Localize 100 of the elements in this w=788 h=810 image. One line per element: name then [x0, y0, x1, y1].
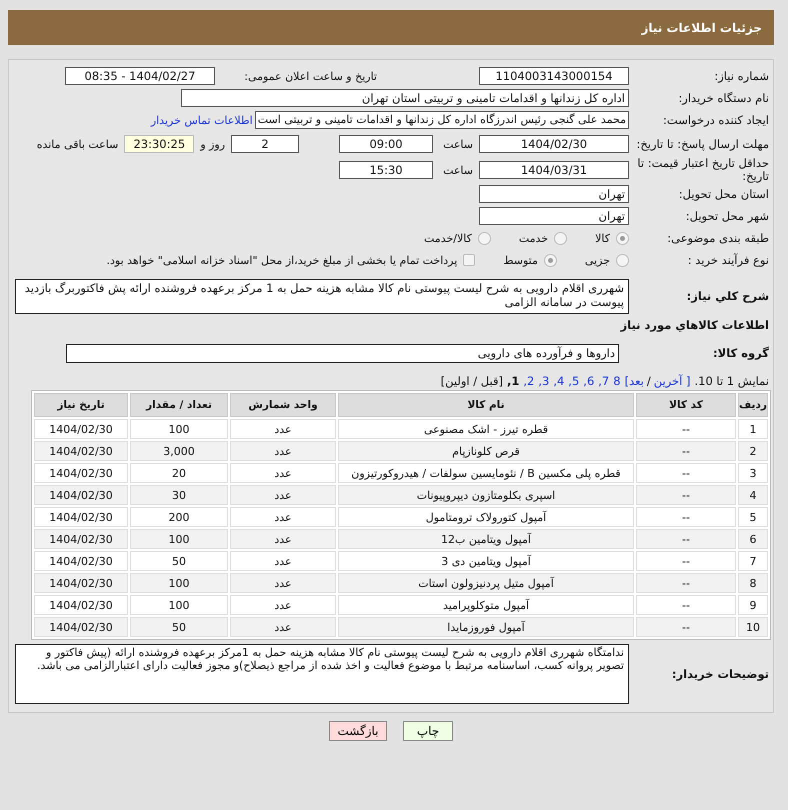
page-link[interactable]: 8 — [613, 374, 621, 388]
table-cell: عدد — [230, 507, 336, 527]
field-label: شماره نیاز: — [713, 70, 770, 82]
table-cell: 1404/02/30 — [34, 529, 128, 549]
days-field[interactable]: 2 — [231, 135, 300, 153]
table-cell: 3 — [738, 463, 768, 483]
table-cell: 1404/02/30 — [34, 485, 128, 505]
pagination-link[interactable]: [قبل / اولین] — [440, 374, 503, 388]
page-link[interactable]: 6, — [583, 374, 594, 388]
radio-button[interactable] — [616, 232, 629, 244]
table-cell: -- — [636, 551, 736, 571]
table-cell: عدد — [230, 529, 336, 549]
table-cell: 30 — [130, 485, 228, 505]
table-cell: 1404/02/30 — [34, 551, 128, 571]
field-label: طبقه بندی موضوعی: — [666, 232, 770, 244]
buyer-notes-field[interactable]: ندامتگاه شهرری اقلام دارویی به شرح لیست پیوستی نام کالا مشابه هزینه حمل به 1مرکز برعهده فروشنده ارائه (پیش فاکتور و تصویر پروانه کسب، اساسنامه مرتبط با موضوع فعالیت و اخذ شده از مراجع ذیصلاح)و مجوز فعالیت دارای اعتبارالزامی می باشد. — [15, 644, 629, 704]
table-cell: آمپول کتورولاک ترومتامول — [338, 507, 634, 527]
radio-label: متوسط — [503, 254, 538, 266]
field-label: استان محل تحویل: — [678, 188, 770, 200]
contact-link[interactable]: اطلاعات تماس خریدار — [150, 114, 253, 126]
column-header: تعداد / مقدار — [130, 393, 228, 417]
table-cell: عدد — [230, 551, 336, 571]
table-cell: عدد — [230, 617, 336, 637]
print-button[interactable]: چاپ — [403, 721, 453, 741]
table-cell: 1404/02/30 — [34, 441, 128, 461]
table-cell: -- — [636, 573, 736, 593]
table-cell: -- — [636, 485, 736, 505]
radio-label: کالا/خدمت — [424, 232, 472, 244]
page-link[interactable]: 3, — [538, 374, 550, 388]
table-cell: 8 — [738, 573, 768, 593]
back-button[interactable]: بازگشت — [329, 721, 387, 741]
table-cell: 20 — [130, 463, 228, 483]
goods-group-field[interactable]: داروها و فرآورده های دارویی — [66, 344, 619, 362]
table-cell: 1404/02/30 — [34, 463, 128, 483]
radio-label: جزیی — [584, 254, 610, 266]
table-cell: عدد — [230, 595, 336, 615]
page-link[interactable]: 5, — [568, 374, 580, 388]
radio-button[interactable] — [616, 254, 629, 266]
table-cell: -- — [636, 595, 736, 615]
checkbox[interactable] — [463, 254, 476, 266]
table-cell: 4 — [738, 485, 768, 505]
pagination-link[interactable]: بعد] — [624, 374, 644, 388]
pagination-link[interactable]: [ آخرین — [654, 374, 690, 388]
deadline-time-field[interactable]: 09:00 — [339, 135, 434, 153]
table-cell: آمپول فوروزمایدا — [338, 617, 634, 637]
table-cell: 7 — [738, 551, 768, 571]
field-label: توضیحات خریدار: — [670, 668, 770, 680]
remaining-label: ساعت باقی مانده — [36, 138, 118, 150]
column-header: کد کالا — [636, 393, 736, 417]
city-field[interactable]: تهران — [479, 207, 629, 225]
checkbox-label: پرداخت تمام یا بخشی از مبلغ خرید،از محل "اسناد خزانه اسلامی" خواهد بود. — [106, 254, 458, 266]
validity-time-field[interactable]: 15:30 — [339, 161, 434, 179]
radio-button[interactable] — [478, 232, 491, 244]
page-link[interactable]: 2, — [523, 374, 534, 388]
description-field[interactable]: شهرری اقلام دارویی به شرح لیست پیوستی نام کالا مشابه هزینه حمل به 1 مرکز برعهده فروشنده ارائه پش فاکتوربرگ بازدید پیوست در سامانه الزامی — [15, 279, 629, 314]
table-cell: عدد — [230, 441, 336, 461]
field-label: ایجاد کننده درخواست: — [662, 114, 770, 126]
column-header: نام کالا — [338, 393, 634, 417]
table-cell: -- — [636, 463, 736, 483]
table-cell: 50 — [130, 617, 228, 637]
radio-label: خدمت — [518, 232, 548, 244]
table-cell: 1 — [738, 419, 768, 439]
page-title: جزئیات اطلاعات نیاز — [641, 20, 762, 34]
field-label: نام دستگاه خریدار: — [677, 92, 770, 104]
buyer-org-field[interactable]: اداره کل زندانها و اقدامات تامینی و تربیتی استان تهران — [181, 89, 629, 107]
time-label: ساعت — [443, 164, 473, 176]
field-label: تاریخ و ساعت اعلان عمومی: — [243, 70, 377, 82]
column-header: ردیف — [738, 393, 768, 417]
page-link[interactable]: 4, — [553, 374, 564, 388]
table-cell: عدد — [230, 573, 336, 593]
table-cell: عدد — [230, 485, 336, 505]
table-cell: -- — [636, 617, 736, 637]
validity-date-field[interactable]: 1404/03/31 — [479, 161, 629, 179]
table-cell: عدد — [230, 419, 336, 439]
table-cell: 100 — [130, 529, 228, 549]
table-cell: قطره پلی مکسین B / نئومایسین سولفات / هیدروکورتیزون — [338, 463, 634, 483]
deadline-date-field[interactable]: 1404/02/30 — [479, 135, 629, 153]
radio-button[interactable] — [544, 254, 557, 266]
table-cell: 2 — [738, 441, 768, 461]
table-cell: 1404/02/30 — [34, 573, 128, 593]
province-field[interactable]: تهران — [479, 185, 629, 203]
table-cell: قطره تیرز - اشک مصنوعی — [338, 419, 634, 439]
radio-label: کالا — [595, 232, 610, 244]
table-cell: آمپول ویتامین دی 3 — [338, 551, 634, 571]
need-number-field[interactable]: 1104003143000154 — [479, 67, 629, 85]
table-cell: -- — [636, 507, 736, 527]
table-cell: -- — [636, 529, 736, 549]
radio-button[interactable] — [554, 232, 568, 244]
table-cell: 1404/02/30 — [34, 617, 128, 637]
days-label: روز و — [200, 138, 226, 150]
page-link[interactable]: 1, — [506, 374, 520, 388]
requester-field[interactable]: محمد علی گنجی رئیس اندرزگاه اداره کل زندانها و اقدامات تامینی و تربیتی است — [254, 111, 629, 129]
page-link[interactable]: 7, — [598, 374, 610, 388]
table-cell: آمپول متیل پردنیزولون استات — [338, 573, 634, 593]
field-label: شهر محل تحویل: — [684, 210, 770, 222]
pagination-summary: نمایش 1 تا 10. — [694, 374, 769, 388]
pagination-link[interactable]: / — [646, 374, 651, 388]
announce-date-field[interactable]: 1404/02/27 - 08:35 — [65, 67, 215, 85]
remaining-time-field: 23:30:25 — [124, 135, 194, 153]
field-label: حداقل تاریخ اعتبار قیمت: تا تاریخ: — [636, 157, 770, 183]
